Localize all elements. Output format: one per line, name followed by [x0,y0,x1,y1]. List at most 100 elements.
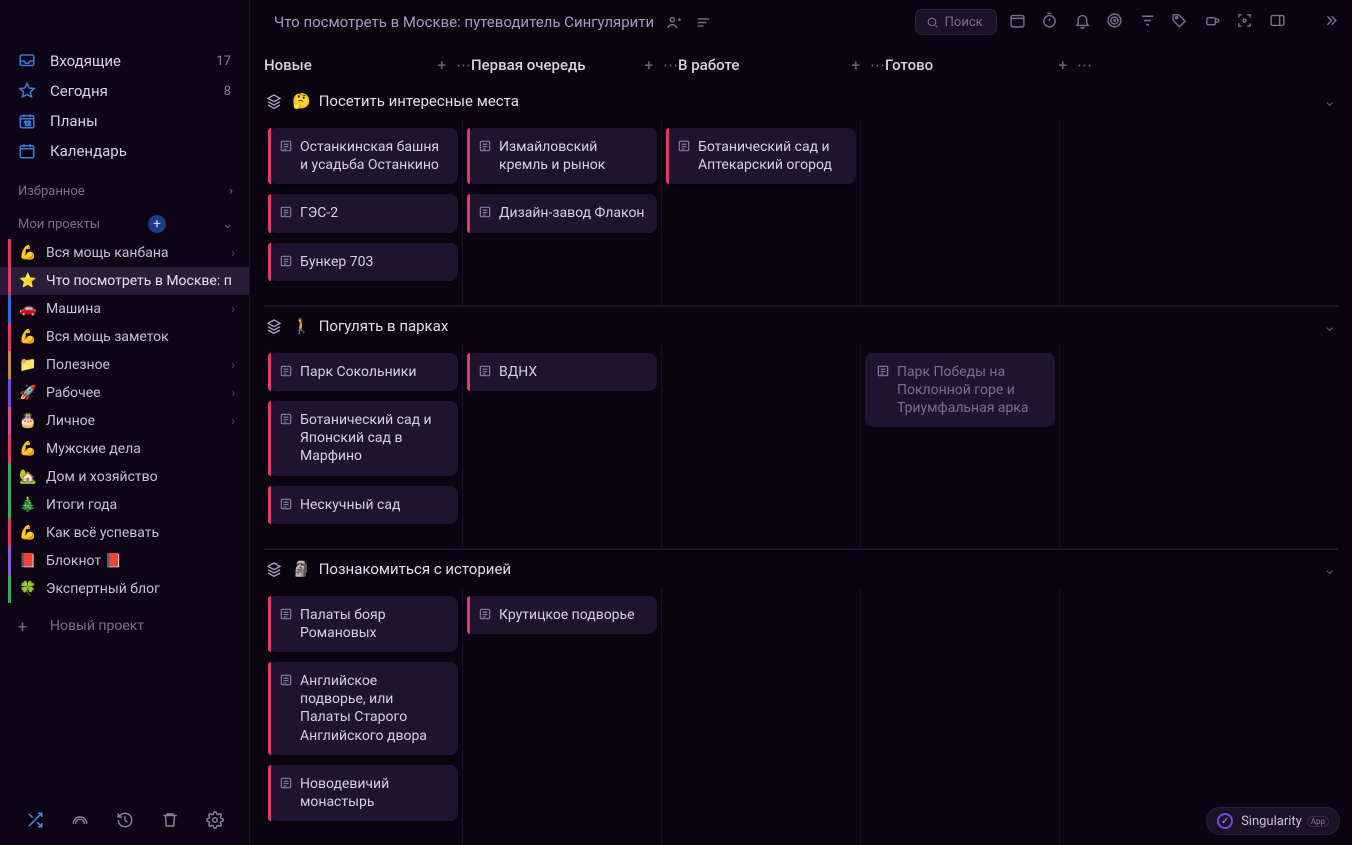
add-project-button[interactable]: + [148,215,166,233]
kanban-column[interactable] [861,120,1060,305]
rainbow-icon[interactable] [71,811,89,829]
sidebar-project[interactable]: 📕Блокнот 📕 [0,547,249,575]
add-card-icon[interactable]: + [645,56,653,74]
kanban-card[interactable]: Ботанический сад и Японский сад в Марфин… [268,401,458,476]
column-label: В работе [678,56,739,74]
kanban-column[interactable]: Парк Победы на Поклонной горе и Триумфал… [861,345,1060,548]
sidebar-project[interactable]: 💪Как всё успевать [0,519,249,547]
kanban-card[interactable]: Крутицкое подворье [467,596,657,634]
timer-icon[interactable] [1041,12,1058,29]
new-project-button[interactable]: + Новый проект [0,609,249,643]
project-emoji: 💪 [18,245,38,261]
chevron-down-icon: ⌄ [222,217,233,232]
kanban-card[interactable]: Парк Сокольники [268,353,458,391]
kanban-card[interactable]: Дизайн-завод Флакон [467,194,657,232]
kanban-column[interactable]: Ботанический сад и Аптекарский огород [662,120,861,305]
column-header[interactable]: В работе + ⋯ [678,56,885,74]
kanban-column[interactable]: Палаты бояр Романовых Английское подворье… [264,588,463,845]
kanban-card[interactable]: Останкинская башня и усадьба Останкино [268,128,458,184]
group-header[interactable]: 🗿Познакомиться с историей⌄ [264,549,1338,588]
calendar-icon[interactable] [1009,12,1026,29]
nav-inbox[interactable]: Входящие 17 [0,46,249,76]
share-icon[interactable] [666,14,683,31]
lines-icon[interactable] [695,14,712,31]
project-stripe [8,491,11,519]
column-header[interactable]: Новые + ⋯ [264,56,471,74]
card-text: Останкинская башня и усадьба Останкино [300,139,439,173]
sidebar-project[interactable]: 💪Вся мощь заметок [0,323,249,351]
kanban-column[interactable] [1060,120,1320,305]
nav-calendar[interactable]: Календарь [0,136,249,166]
group-header[interactable]: 🚶Погулять в парках⌄ [264,306,1338,345]
sidebar-project[interactable]: 🎄Итоги года [0,491,249,519]
target-icon[interactable] [1106,12,1123,29]
projects-section[interactable]: Мои проекты + ⌄ [0,205,249,239]
kanban-card[interactable]: Новодевичий монастырь [268,765,458,821]
search-input[interactable]: Поиск [915,9,997,35]
kanban-card[interactable]: Бункер 703 [268,243,458,281]
kanban-column[interactable]: Останкинская башня и усадьба Останкино ГЭ… [264,120,463,305]
sidebar-project[interactable]: 🚀Рабочее› [0,379,249,407]
kanban-column[interactable]: ВДНХ [463,345,662,548]
kanban-column[interactable]: Крутицкое подворье [463,588,662,845]
kanban-column[interactable] [662,588,861,845]
note-icon [478,364,492,378]
sidebar-project[interactable]: 🏡Дом и хозяйство [0,463,249,491]
shuffle-icon[interactable] [26,811,44,829]
kanban-column[interactable]: Измайловский кремль и рынок Дизайн-завод … [463,120,662,305]
kanban-card[interactable]: Английское подворье, или Палаты Старого … [268,662,458,755]
sidebar-project[interactable]: ⭐Что посмотреть в Москве: п [0,267,249,295]
kanban-card[interactable]: Измайловский кремль и рынок [467,128,657,184]
panel-icon[interactable] [1269,12,1286,29]
more-icon[interactable]: ⋯ [870,56,885,74]
column-header[interactable]: Первая очередь + ⋯ [471,56,678,74]
more-icon[interactable]: ⋯ [1077,56,1092,74]
filter-icon[interactable] [1139,12,1156,29]
kanban-column[interactable]: Парк Сокольники Ботанический сад и Японск… [264,345,463,548]
kanban-card[interactable]: ВДНХ [467,353,657,391]
add-card-icon[interactable]: + [438,56,446,74]
topbar: Что посмотреть в Москве: путеводитель Си… [250,0,1352,44]
note-icon [279,776,293,790]
focus-icon[interactable] [1236,12,1253,29]
project-emoji: 💪 [18,441,38,457]
column-header[interactable]: Готово + ⋯ [885,56,1092,74]
kanban-card[interactable]: Парк Победы на Поклонной горе и Триумфал… [865,353,1055,428]
nav-label: Входящие [50,52,121,70]
bell-icon[interactable] [1074,12,1091,29]
brand-badge[interactable]: ✓ Singularity App [1206,807,1340,835]
nav-today[interactable]: Сегодня 8 [0,76,249,106]
kanban-card[interactable]: Нескучный сад [268,486,458,524]
more-icon[interactable]: ⋯ [663,56,678,74]
add-card-icon[interactable]: + [1059,56,1067,74]
sidebar-project[interactable]: 🎂Личное› [0,407,249,435]
kanban-card[interactable]: Палаты бояр Романовых [268,596,458,652]
project-emoji: 🎂 [18,413,38,429]
trash-icon[interactable] [161,811,179,829]
history-icon[interactable] [116,811,134,829]
kanban-column[interactable] [662,345,861,548]
add-card-icon[interactable]: + [852,56,860,74]
kanban-column[interactable] [861,588,1060,845]
nav-plans[interactable]: 12 Планы [0,106,249,136]
sidebar-project[interactable]: 💪Мужские дела [0,435,249,463]
nav-count: 17 [216,54,231,69]
kanban-card[interactable]: ГЭС-2 [268,194,458,232]
tag-icon[interactable] [1171,12,1188,29]
kanban-column[interactable] [1060,345,1320,548]
sidebar-project[interactable]: 🍀Экспертный блог [0,575,249,603]
project-stripe [8,267,11,295]
gear-icon[interactable] [206,811,224,829]
sidebar-project[interactable]: 💪Вся мощь канбана› [0,239,249,267]
card-stripe [268,243,271,281]
cup-icon[interactable] [1204,12,1221,29]
sidebar-project[interactable]: 🚗Машина› [0,295,249,323]
sidebar-project[interactable]: 📁Полезное› [0,351,249,379]
inbox-icon [18,52,40,70]
favorites-section[interactable]: Избранное › [0,174,249,205]
group-header[interactable]: 🤔Посетить интересные места⌄ [264,82,1338,120]
more-icon[interactable] [1321,12,1338,29]
project-label: Личное [46,413,231,429]
more-icon[interactable]: ⋯ [456,56,471,74]
kanban-card[interactable]: Ботанический сад и Аптекарский огород [666,128,856,184]
